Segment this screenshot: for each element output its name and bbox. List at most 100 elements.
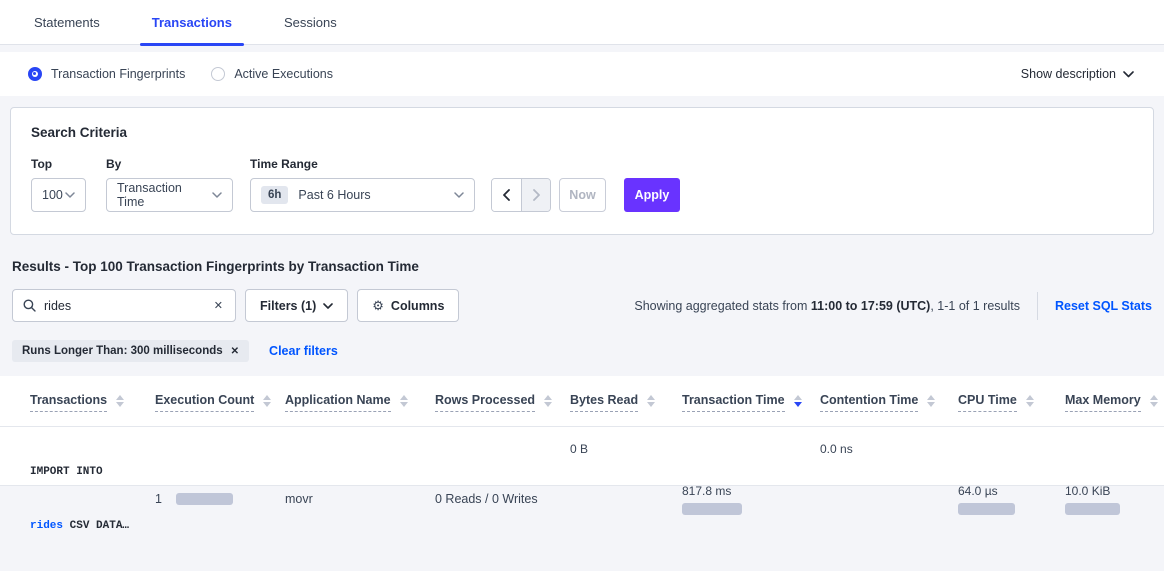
sort-desc-icon xyxy=(794,395,802,407)
stats-time-range: 11:00 to 17:59 (UTC) xyxy=(811,299,930,313)
tab-sessions[interactable]: Sessions xyxy=(272,0,349,45)
top-tab-bar: Statements Transactions Sessions xyxy=(0,0,1164,45)
by-field: By Transaction Time xyxy=(86,157,233,212)
search-icon xyxy=(23,299,36,312)
column-header-rows-processed[interactable]: Rows Processed xyxy=(435,376,570,426)
column-header-label: Rows Processed xyxy=(435,393,535,412)
top-select[interactable]: 100 xyxy=(31,178,86,212)
radio-transaction-fingerprints[interactable]: Transaction Fingerprints xyxy=(28,67,185,81)
apply-button[interactable]: Apply xyxy=(624,178,680,212)
stats-suffix: , 1-1 of 1 results xyxy=(930,299,1020,313)
show-description-toggle[interactable]: Show description xyxy=(1021,67,1134,81)
reset-sql-stats-link[interactable]: Reset SQL Stats xyxy=(1055,299,1152,313)
results-search-box: ✕ xyxy=(12,289,236,322)
execution-count-bar xyxy=(176,493,233,505)
column-header-label: Contention Time xyxy=(820,393,918,412)
filters-button-label: Filters (1) xyxy=(260,299,316,313)
cpu-time-bar xyxy=(958,503,1015,515)
sql-line-2-rest: CSV DATA… xyxy=(63,520,129,532)
time-range-next-button[interactable] xyxy=(521,179,550,211)
chevron-down-icon xyxy=(454,192,464,198)
active-filters-row: Runs Longer Than: 300 milliseconds ✕ Cle… xyxy=(12,340,1154,362)
column-header-label: Execution Count xyxy=(155,393,254,412)
top-select-value: 100 xyxy=(42,188,63,202)
stats-prefix: Showing aggregated stats from xyxy=(634,299,811,313)
gear-icon: ⚙ xyxy=(372,298,384,314)
table-header-row: Transactions Execution Count Application… xyxy=(0,376,1164,427)
filter-pill-label: Runs Longer Than: 300 milliseconds xyxy=(22,345,223,357)
column-header-execution-count[interactable]: Execution Count xyxy=(155,376,285,426)
time-range-field: Time Range 6h Past 6 Hours xyxy=(233,157,475,212)
sort-icon xyxy=(116,395,124,407)
column-header-label: Max Memory xyxy=(1065,393,1141,412)
table-row: IMPORT INTO rides CSV DATA… 1 movr 0 Rea… xyxy=(0,427,1164,486)
transaction-time-value: 817.8 ms xyxy=(682,484,820,498)
column-header-contention-time[interactable]: Contention Time xyxy=(820,376,958,426)
column-header-max-memory[interactable]: Max Memory xyxy=(1065,376,1164,426)
time-range-arrows xyxy=(491,178,551,212)
time-range-label: Time Range xyxy=(250,157,475,171)
chevron-down-icon xyxy=(212,192,222,198)
column-header-application-name[interactable]: Application Name xyxy=(285,376,435,426)
rows-processed-cell: 0 Reads / 0 Writes xyxy=(435,427,570,571)
columns-button[interactable]: ⚙ Columns xyxy=(357,289,459,322)
search-criteria-form: Top 100 By Transaction Time Time Range 6… xyxy=(31,157,1133,212)
top-label: Top xyxy=(31,157,86,171)
remove-filter-icon[interactable]: ✕ xyxy=(231,346,239,357)
transaction-time-cell: 817.8 ms xyxy=(682,427,820,571)
max-memory-cell: 10.0 KiB xyxy=(1065,427,1164,571)
show-description-label: Show description xyxy=(1021,67,1116,81)
column-header-label: CPU Time xyxy=(958,393,1017,412)
time-range-prev-button[interactable] xyxy=(492,179,521,211)
bytes-read-value: 0 B xyxy=(570,442,682,456)
sql-line-2: rides CSV DATA… xyxy=(30,517,129,535)
clear-filters-link[interactable]: Clear filters xyxy=(269,344,338,358)
cpu-time-value: 64.0 µs xyxy=(958,484,1065,498)
sort-icon xyxy=(1026,395,1034,407)
tab-transactions[interactable]: Transactions xyxy=(140,0,244,45)
by-label: By xyxy=(106,157,233,171)
chevron-right-icon xyxy=(533,189,540,201)
radio-label: Transaction Fingerprints xyxy=(51,67,185,81)
application-name-cell: movr xyxy=(285,427,435,571)
radio-active-executions[interactable]: Active Executions xyxy=(211,67,333,81)
execution-count-value: 1 xyxy=(155,492,162,506)
search-criteria-title: Search Criteria xyxy=(31,125,1133,140)
column-header-cpu-time[interactable]: CPU Time xyxy=(958,376,1065,426)
time-range-badge: 6h xyxy=(261,186,288,204)
column-header-label: Transactions xyxy=(30,393,107,412)
filters-button[interactable]: Filters (1) xyxy=(245,289,348,322)
bytes-read-cell: 0 B xyxy=(570,427,682,571)
chevron-left-icon xyxy=(503,189,510,201)
by-select-value: Transaction Time xyxy=(117,181,212,209)
now-button[interactable]: Now xyxy=(559,178,606,212)
aggregated-stats-text: Showing aggregated stats from 11:00 to 1… xyxy=(634,299,1020,313)
column-header-bytes-read[interactable]: Bytes Read xyxy=(570,376,682,426)
sort-icon xyxy=(400,395,408,407)
clear-search-icon[interactable]: ✕ xyxy=(212,297,225,314)
time-range-select[interactable]: 6h Past 6 Hours xyxy=(250,178,475,212)
sql-search-match: rides xyxy=(30,520,63,532)
column-header-transaction-time[interactable]: Transaction Time xyxy=(682,376,820,426)
columns-button-label: Columns xyxy=(391,299,444,313)
by-select[interactable]: Transaction Time xyxy=(106,178,233,212)
transaction-fingerprint-cell[interactable]: IMPORT INTO rides CSV DATA… xyxy=(30,427,155,571)
contention-time-cell: 0.0 ns xyxy=(820,427,958,571)
top-field: Top 100 xyxy=(31,157,86,212)
results-table: Transactions Execution Count Application… xyxy=(0,376,1164,486)
cpu-time-cell: 64.0 µs xyxy=(958,427,1065,571)
results-heading: Results - Top 100 Transaction Fingerprin… xyxy=(12,259,1154,274)
sort-icon xyxy=(1150,395,1158,407)
view-toggle-band: Transaction Fingerprints Active Executio… xyxy=(0,52,1164,96)
chevron-down-icon xyxy=(65,192,75,198)
radio-selected-icon xyxy=(28,67,42,81)
max-memory-bar xyxy=(1065,503,1120,515)
filter-pill: Runs Longer Than: 300 milliseconds ✕ xyxy=(12,340,249,362)
transaction-time-bar xyxy=(682,503,742,515)
radio-label: Active Executions xyxy=(234,67,333,81)
column-header-transactions[interactable]: Transactions xyxy=(30,376,155,426)
search-input[interactable] xyxy=(44,299,212,313)
tab-statements[interactable]: Statements xyxy=(22,0,112,45)
column-header-label: Application Name xyxy=(285,393,391,412)
column-header-label: Bytes Read xyxy=(570,393,638,412)
